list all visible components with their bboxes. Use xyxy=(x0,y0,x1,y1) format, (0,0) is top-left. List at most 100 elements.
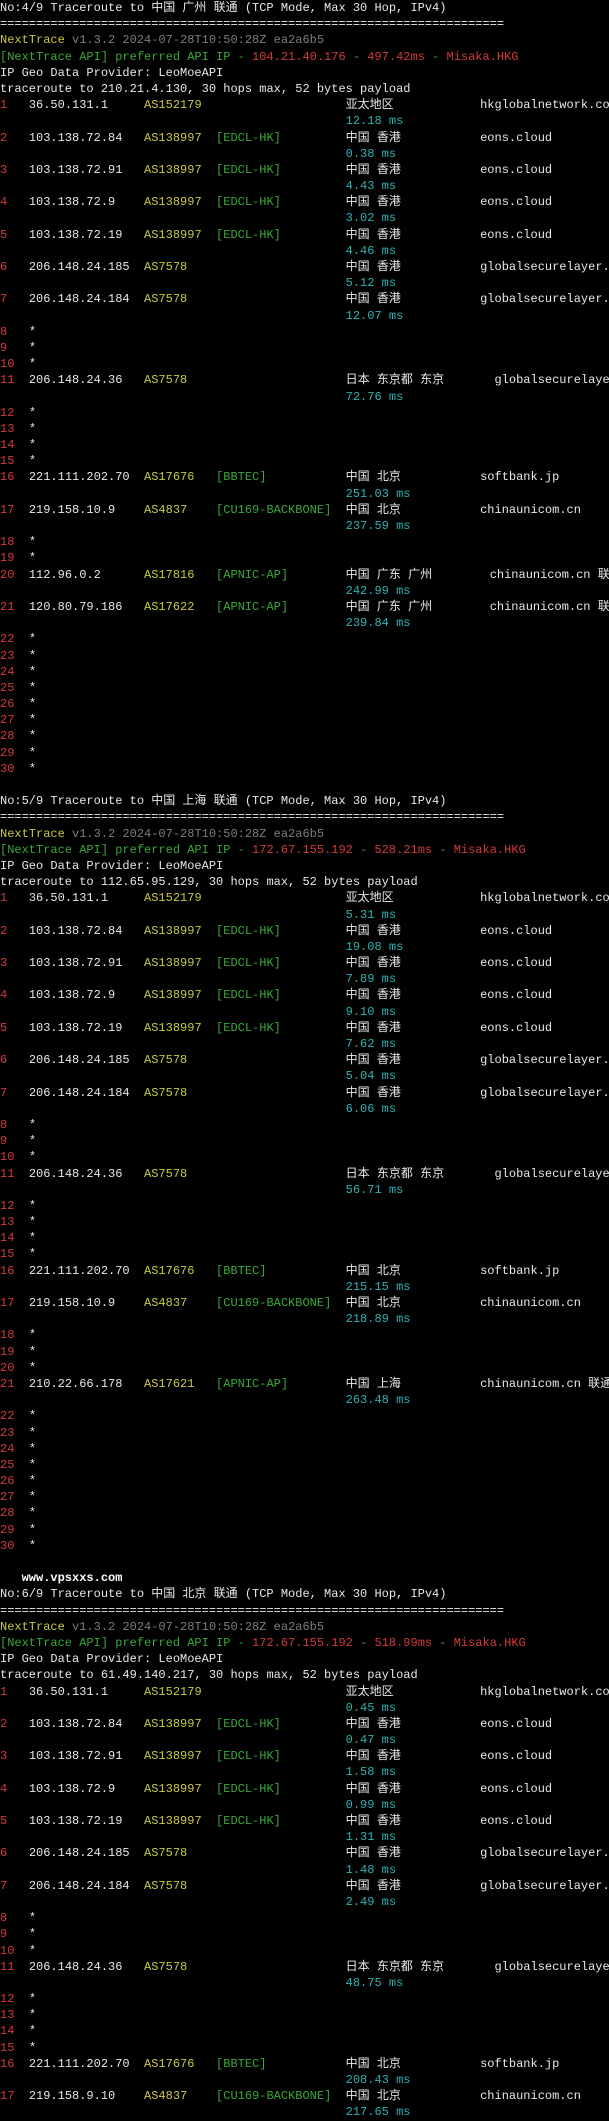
output-line: 2 103.138.72.84 AS138997 [EDCL-HK] 中国 香港… xyxy=(0,130,609,146)
output-line: 23 * xyxy=(0,648,609,664)
output-line: [NextTrace API] preferred API IP - 104.2… xyxy=(0,49,609,65)
watermark: www.vpsxxs.com xyxy=(0,1570,609,1586)
output-line: 26 * xyxy=(0,1473,609,1489)
output-line: 17 219.158.10.9 AS4837 [CU169-BACKBONE] … xyxy=(0,502,609,518)
output-line: 20 * xyxy=(0,1360,609,1376)
output-line: 8 * xyxy=(0,1117,609,1133)
output-line: 5.31 ms xyxy=(0,907,609,923)
output-line: 22 * xyxy=(0,1408,609,1424)
output-line: 0.47 ms xyxy=(0,1732,609,1748)
output-line: 13 * xyxy=(0,1214,609,1230)
output-line: ========================================… xyxy=(0,809,609,825)
output-line: 19.08 ms xyxy=(0,939,609,955)
output-line: 19 * xyxy=(0,1344,609,1360)
output-line: 5.04 ms xyxy=(0,1068,609,1084)
output-line: No:5/9 Traceroute to 中国 上海 联通 (TCP Mode,… xyxy=(0,793,609,809)
output-line: 1.58 ms xyxy=(0,1764,609,1780)
output-line: 6 206.148.24.185 AS7578 中国 香港 globalsecu… xyxy=(0,259,609,275)
output-line: 3.02 ms xyxy=(0,210,609,226)
output-line: 15 * xyxy=(0,453,609,469)
output-line: 217.65 ms xyxy=(0,2104,609,2120)
output-line: 12 * xyxy=(0,405,609,421)
output-line: 2 103.138.72.84 AS138997 [EDCL-HK] 中国 香港… xyxy=(0,923,609,939)
output-line: 9.10 ms xyxy=(0,1004,609,1020)
output-line: 18 * xyxy=(0,1327,609,1343)
output-line: 7 206.148.24.184 AS7578 中国 香港 globalsecu… xyxy=(0,291,609,307)
output-line: 24 * xyxy=(0,1441,609,1457)
output-line: 1 36.50.131.1 AS152179 亚太地区 hkglobalnetw… xyxy=(0,890,609,906)
output-line: 20 112.96.0.2 AS17816 [APNIC-AP] 中国 广东 广… xyxy=(0,567,609,583)
output-line: 16 221.111.202.70 AS17676 [BBTEC] 中国 北京 … xyxy=(0,1263,609,1279)
output-line: 28 * xyxy=(0,1505,609,1521)
output-line: 9 * xyxy=(0,1926,609,1942)
output-line xyxy=(0,777,609,793)
output-line: 3 103.138.72.91 AS138997 [EDCL-HK] 中国 香港… xyxy=(0,1748,609,1764)
output-line: 10 * xyxy=(0,1149,609,1165)
output-line: 4 103.138.72.9 AS138997 [EDCL-HK] 中国 香港 … xyxy=(0,194,609,210)
output-line: 4.43 ms xyxy=(0,178,609,194)
output-line: 7.62 ms xyxy=(0,1036,609,1052)
output-line: 23 * xyxy=(0,1425,609,1441)
output-line: IP Geo Data Provider: LeoMoeAPI xyxy=(0,858,609,874)
output-line: 16 221.111.202.70 AS17676 [BBTEC] 中国 北京 … xyxy=(0,469,609,485)
output-line: 21 210.22.66.178 AS17621 [APNIC-AP] 中国 上… xyxy=(0,1376,609,1392)
output-line: traceroute to 210.21.4.130, 30 hops max,… xyxy=(0,81,609,97)
output-line: 263.48 ms xyxy=(0,1392,609,1408)
output-line: 7.89 ms xyxy=(0,971,609,987)
output-line: NextTrace v1.3.2 2024-07-28T10:50:28Z ea… xyxy=(0,826,609,842)
output-line: 25 * xyxy=(0,680,609,696)
output-line: 17 219.158.10.9 AS4837 [CU169-BACKBONE] … xyxy=(0,1295,609,1311)
output-line: 10 * xyxy=(0,356,609,372)
output-line: 6 206.148.24.185 AS7578 中国 香港 globalsecu… xyxy=(0,1845,609,1861)
output-line: 13 * xyxy=(0,2007,609,2023)
output-line: 1.48 ms xyxy=(0,1862,609,1878)
output-line: 8 * xyxy=(0,1910,609,1926)
output-line: 19 * xyxy=(0,550,609,566)
terminal-output: No:4/9 Traceroute to 中国 广州 联通 (TCP Mode,… xyxy=(0,0,609,2121)
output-line: 6 206.148.24.185 AS7578 中国 香港 globalsecu… xyxy=(0,1052,609,1068)
output-line: No:4/9 Traceroute to 中国 广州 联通 (TCP Mode,… xyxy=(0,0,609,16)
output-line: 26 * xyxy=(0,696,609,712)
output-line: 218.89 ms xyxy=(0,1311,609,1327)
output-line: 48.75 ms xyxy=(0,1975,609,1991)
output-line: 15 * xyxy=(0,2040,609,2056)
output-line: 12 * xyxy=(0,1198,609,1214)
output-line: 18 * xyxy=(0,534,609,550)
output-line: NextTrace v1.3.2 2024-07-28T10:50:28Z ea… xyxy=(0,32,609,48)
output-line: 6.06 ms xyxy=(0,1101,609,1117)
output-line: 9 * xyxy=(0,340,609,356)
output-line: 208.43 ms xyxy=(0,2072,609,2088)
output-line: 0.38 ms xyxy=(0,146,609,162)
output-line: 4 103.138.72.9 AS138997 [EDCL-HK] 中国 香港 … xyxy=(0,1781,609,1797)
output-line: 27 * xyxy=(0,712,609,728)
output-line: 0.45 ms xyxy=(0,1700,609,1716)
output-line: 7 206.148.24.184 AS7578 中国 香港 globalsecu… xyxy=(0,1085,609,1101)
output-line: 5 103.138.72.19 AS138997 [EDCL-HK] 中国 香港… xyxy=(0,1020,609,1036)
output-line: 239.84 ms xyxy=(0,615,609,631)
output-line: 72.76 ms xyxy=(0,389,609,405)
output-line: ========================================… xyxy=(0,1603,609,1619)
output-line: 237.59 ms xyxy=(0,518,609,534)
output-line: 4.46 ms xyxy=(0,243,609,259)
output-line: 13 * xyxy=(0,421,609,437)
output-line: 25 * xyxy=(0,1457,609,1473)
output-line: 22 * xyxy=(0,631,609,647)
output-line: 215.15 ms xyxy=(0,1279,609,1295)
output-line: 5 103.138.72.19 AS138997 [EDCL-HK] 中国 香港… xyxy=(0,1813,609,1829)
output-line: 29 * xyxy=(0,1522,609,1538)
output-line: 2.49 ms xyxy=(0,1894,609,1910)
output-line: 12 * xyxy=(0,1991,609,2007)
output-line: 8 * xyxy=(0,324,609,340)
output-line: 4 103.138.72.9 AS138997 [EDCL-HK] 中国 香港 … xyxy=(0,987,609,1003)
output-line: 12.18 ms xyxy=(0,113,609,129)
output-line: 14 * xyxy=(0,1230,609,1246)
output-line: traceroute to 112.65.95.129, 30 hops max… xyxy=(0,874,609,890)
output-line: 17 219.158.9.10 AS4837 [CU169-BACKBONE] … xyxy=(0,2088,609,2104)
output-line: 3 103.138.72.91 AS138997 [EDCL-HK] 中国 香港… xyxy=(0,162,609,178)
output-line: 3 103.138.72.91 AS138997 [EDCL-HK] 中国 香港… xyxy=(0,955,609,971)
output-line: 2 103.138.72.84 AS138997 [EDCL-HK] 中国 香港… xyxy=(0,1716,609,1732)
output-line: NextTrace v1.3.2 2024-07-28T10:50:28Z ea… xyxy=(0,1619,609,1635)
output-line: 24 * xyxy=(0,664,609,680)
output-line: 21 120.80.79.186 AS17622 [APNIC-AP] 中国 广… xyxy=(0,599,609,615)
output-line: 5 103.138.72.19 AS138997 [EDCL-HK] 中国 香港… xyxy=(0,227,609,243)
